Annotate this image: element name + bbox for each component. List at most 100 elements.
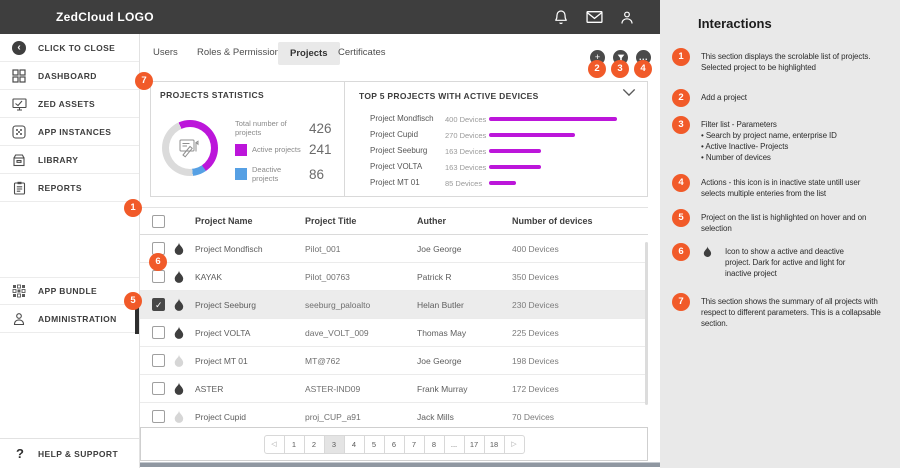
pagination-bar: ◁ 1 2 3 4 5 6 7 8 ... 17 18 ▷ (140, 427, 648, 461)
legend-label: Total number of projects (235, 119, 287, 137)
interaction-item-3: 3 Filter list - Parameters • Search by p… (672, 116, 894, 163)
annotation-badge-1: 1 (124, 199, 142, 217)
question-icon: ? (16, 446, 24, 461)
chevron-down-icon[interactable] (622, 88, 636, 97)
sidebar-item-app-instances[interactable]: APP INSTANCES (0, 118, 139, 146)
prev-page-button[interactable]: ◁ (263, 434, 285, 454)
active-flame-icon (174, 382, 184, 395)
mail-icon[interactable] (585, 8, 603, 26)
user-account-icon[interactable] (618, 8, 636, 26)
table-header-row: Project Name Project Title Auther Number… (140, 207, 648, 235)
deactive-swatch (235, 168, 247, 180)
top5-bar (489, 181, 516, 185)
legend-value: 86 (309, 166, 325, 182)
monitor-icon (11, 96, 27, 112)
top-header-bar: ZedCloud LOGO (0, 0, 660, 34)
app-instance-icon (11, 124, 27, 140)
sidebar-nav: ‹ CLICK TO CLOSE DASHBOARD ZED ASSETS AP… (0, 34, 140, 468)
interaction-badge: 2 (672, 89, 690, 107)
top5-bar-row: Project VOLTA 163 Devices (345, 159, 647, 175)
flame-icon (703, 246, 712, 257)
interaction-text: Add a project (701, 93, 747, 102)
next-page-button[interactable]: ▷ (503, 434, 525, 454)
sidebar-item-label: ZED ASSETS (38, 98, 96, 109)
page-button[interactable]: 6 (383, 434, 405, 454)
row-checkbox[interactable] (152, 326, 165, 339)
interaction-item-6: 6 Icon to show a active and deactive pro… (672, 243, 894, 279)
page-button[interactable]: 2 (303, 434, 325, 454)
legend-label: Deactive projects (252, 165, 282, 183)
table-scrollbar-thumb[interactable] (645, 242, 648, 405)
interaction-text: This section shows the summary of all pr… (701, 297, 881, 328)
interaction-item-7: 7 This section shows the summary of all … (672, 293, 894, 329)
top5-bar-row: Project Mondfisch 400 Devices (345, 111, 647, 127)
table-row[interactable]: Project Mondfisch Pilot_001 Joe George 4… (140, 235, 648, 263)
person-icon (11, 311, 27, 327)
annotation-badge-7: 7 (135, 72, 153, 90)
row-checkbox[interactable] (152, 410, 165, 423)
tab-projects[interactable]: Projects (278, 42, 340, 65)
table-row-selected[interactable]: Project Seeburg seeburg_paloalto Helan B… (140, 291, 648, 319)
page-button-current[interactable]: 3 (323, 434, 345, 454)
table-row[interactable]: Project VOLTA dave_VOLT_009 Thomas May 2… (140, 319, 648, 347)
table-row[interactable]: ASTER ASTER-IND09 Frank Murray 172 Devic… (140, 375, 648, 403)
row-checkbox-checked[interactable] (152, 298, 165, 311)
page-button[interactable]: 8 (423, 434, 445, 454)
top5-bar (489, 117, 617, 121)
legend-row-deactive: Deactive projects 86 (235, 165, 340, 183)
interaction-badge: 5 (672, 209, 690, 227)
stats-title: PROJECTS STATISTICS (160, 90, 265, 100)
legend-row-active: Active projects 241 (235, 142, 340, 157)
interaction-text: Icon to show a active and deactive proje… (725, 247, 846, 278)
legend-label: Active projects (252, 145, 301, 154)
app-logo: ZedCloud LOGO (56, 10, 154, 24)
sidebar-item-library[interactable]: LIBRARY (0, 146, 139, 174)
notifications-bell-icon[interactable] (552, 8, 570, 26)
back-icon: ‹ (11, 40, 27, 56)
annotation-badge-2: 2 (588, 60, 606, 78)
col-project-title: Project Title (305, 216, 357, 226)
row-checkbox[interactable] (152, 354, 165, 367)
sidebar-item-click-to-close[interactable]: ‹ CLICK TO CLOSE (0, 34, 139, 62)
active-flame-icon (174, 298, 184, 311)
top5-title: TOP 5 PROJECTS WITH ACTIVE DEVICES (359, 91, 539, 101)
table-row[interactable]: Project MT 01 MT@762 Joe George 198 Devi… (140, 347, 648, 375)
row-checkbox[interactable] (152, 270, 165, 283)
row-checkbox[interactable] (152, 382, 165, 395)
select-all-checkbox[interactable] (152, 214, 165, 228)
top5-project-name: Project Seeburg (370, 146, 428, 155)
top5-device-count: 163 Devices (445, 146, 487, 156)
page-button[interactable]: 1 (283, 434, 305, 454)
tab-users[interactable]: Users (153, 47, 178, 58)
sidebar-item-reports[interactable]: REPORTS (0, 174, 139, 202)
sidebar-item-help-support[interactable]: ? HELP & SUPPORT (0, 438, 139, 468)
page-button[interactable]: 17 (463, 434, 485, 454)
sidebar-item-label: APP BUNDLE (38, 286, 98, 296)
annotation-badge-6: 6 (149, 253, 167, 271)
inactive-flame-icon (174, 410, 184, 423)
horizontal-scrollbar[interactable] (140, 462, 660, 467)
top5-projects-section: TOP 5 PROJECTS WITH ACTIVE DEVICES Proje… (345, 82, 647, 196)
bundle-grid-icon (11, 283, 27, 299)
projects-donut-chart (162, 120, 218, 176)
table-row[interactable]: KAYAK Pilot_00763 Patrick R 350 Devices (140, 263, 648, 291)
annotation-badge-3: 3 (611, 60, 629, 78)
sidebar-item-app-bundle[interactable]: APP BUNDLE (0, 277, 139, 305)
page-button[interactable]: 18 (483, 434, 505, 454)
active-flame-icon (174, 326, 184, 339)
sidebar-item-dashboard[interactable]: DASHBOARD (0, 62, 139, 90)
active-swatch (235, 143, 247, 156)
page-button[interactable]: 4 (343, 434, 365, 454)
sidebar-item-zed-assets[interactable]: ZED ASSETS (0, 90, 139, 118)
interaction-text: This section displays the scrolable list… (701, 52, 871, 72)
top5-bar-row: Project Seeburg 163 Devices (345, 143, 647, 159)
top5-bar (489, 133, 575, 137)
tab-certificates[interactable]: Certificates (338, 47, 386, 58)
page-ellipsis-button[interactable]: ... (443, 434, 465, 454)
sidebar-item-administration[interactable]: ADMINISTRATION (0, 305, 139, 333)
top5-project-name: Project Cupid (370, 130, 419, 139)
tab-roles-permissions[interactable]: Roles & Permissions (197, 47, 285, 58)
page-button[interactable]: 5 (363, 434, 385, 454)
page-button[interactable]: 7 (403, 434, 425, 454)
